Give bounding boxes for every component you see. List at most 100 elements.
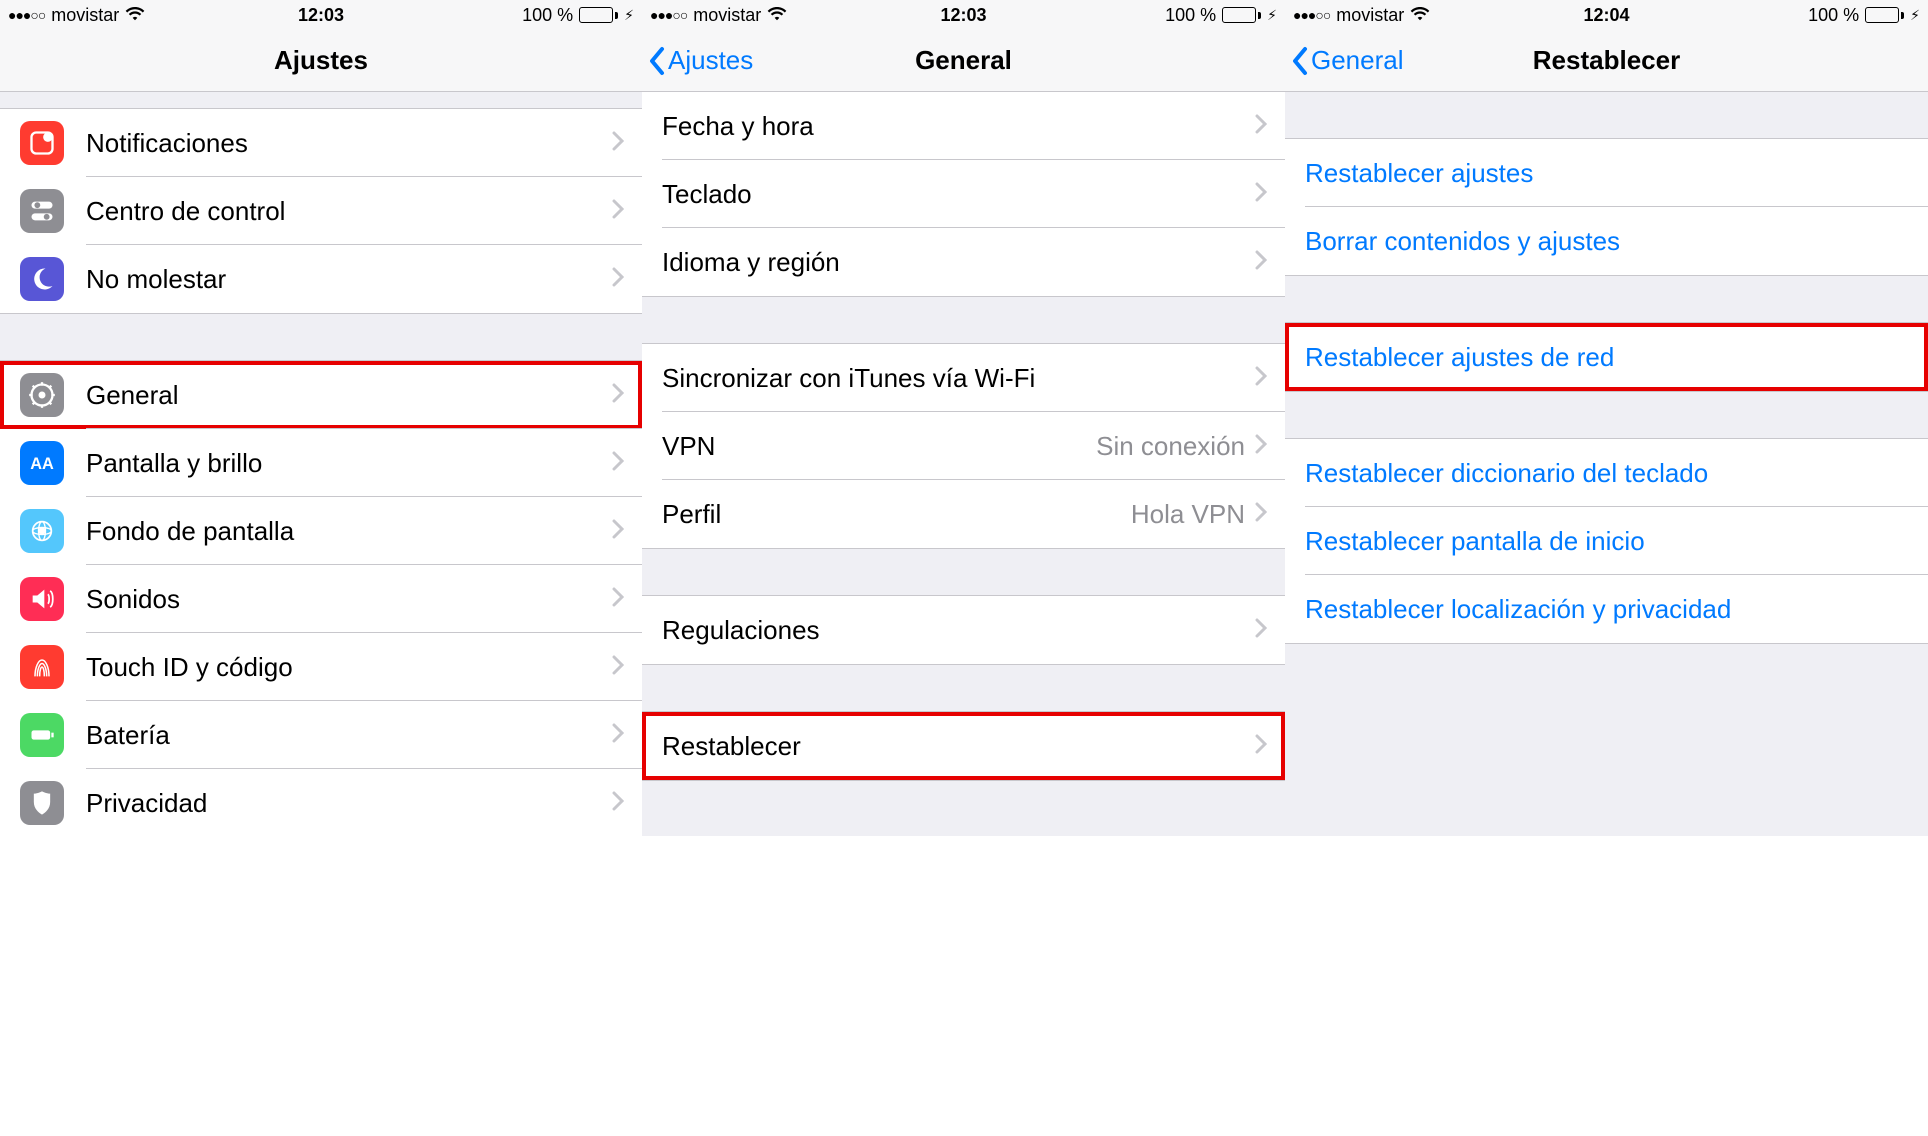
row-privacidad[interactable]: Privacidad xyxy=(0,769,642,836)
chevron-right-icon xyxy=(612,383,624,408)
row-pantalla-y-brillo[interactable]: AA Pantalla y brillo xyxy=(0,429,642,497)
wifi-icon xyxy=(767,5,787,26)
carrier-label: movistar xyxy=(693,5,761,26)
wallpaper-icon xyxy=(20,509,64,553)
privacy-icon xyxy=(20,781,64,825)
row-restablecer-ajustes[interactable]: Restablecer ajustes xyxy=(1285,139,1928,207)
row-touch-id[interactable]: Touch ID y código xyxy=(0,633,642,701)
row-perfil[interactable]: Perfil Hola VPN xyxy=(642,480,1285,548)
row-no-molestar[interactable]: No molestar xyxy=(0,245,642,313)
row-sonidos[interactable]: Sonidos xyxy=(0,565,642,633)
row-label: Fecha y hora xyxy=(662,111,1255,142)
row-sincronizar-itunes[interactable]: Sincronizar con iTunes vía Wi-Fi xyxy=(642,344,1285,412)
row-label: Restablecer localización y privacidad xyxy=(1305,594,1910,625)
battery-percent: 100 % xyxy=(1808,5,1859,26)
row-fecha-y-hora[interactable]: Fecha y hora xyxy=(642,92,1285,160)
row-label: Centro de control xyxy=(86,196,612,227)
row-general[interactable]: General xyxy=(0,361,642,429)
row-bateria[interactable]: Batería xyxy=(0,701,642,769)
control-center-icon xyxy=(20,189,64,233)
page-title: Ajustes xyxy=(0,45,642,76)
row-detail: Sin conexión xyxy=(1096,431,1245,462)
row-restablecer-ajustes-red[interactable]: Restablecer ajustes de red xyxy=(1285,323,1928,391)
row-borrar-contenidos[interactable]: Borrar contenidos y ajustes xyxy=(1285,207,1928,275)
signal-dots: ●●●○○ xyxy=(8,7,45,23)
row-label: Regulaciones xyxy=(662,615,1255,646)
row-label: Restablecer pantalla de inicio xyxy=(1305,526,1910,557)
row-regulaciones[interactable]: Regulaciones xyxy=(642,596,1285,664)
sounds-icon xyxy=(20,577,64,621)
row-label: Notificaciones xyxy=(86,128,612,159)
charging-icon: ⚡︎ xyxy=(1267,7,1277,24)
row-label: Restablecer diccionario del teclado xyxy=(1305,458,1910,489)
row-teclado[interactable]: Teclado xyxy=(642,160,1285,228)
charging-icon: ⚡︎ xyxy=(1910,7,1920,24)
row-label: General xyxy=(86,380,612,411)
chevron-right-icon xyxy=(612,519,624,544)
screen-restablecer: ●●●○○ movistar 12:04 100 % ⚡︎ General Re… xyxy=(1285,0,1928,836)
charging-icon: ⚡︎ xyxy=(624,7,634,24)
row-label: Restablecer ajustes xyxy=(1305,158,1910,189)
row-idioma-y-region[interactable]: Idioma y región xyxy=(642,228,1285,296)
chevron-right-icon xyxy=(612,199,624,224)
chevron-right-icon xyxy=(1255,182,1267,207)
back-label: General xyxy=(1311,45,1404,76)
battery-icon xyxy=(1222,7,1261,23)
row-restablecer-localizacion[interactable]: Restablecer localización y privacidad xyxy=(1285,575,1928,643)
row-detail: Hola VPN xyxy=(1131,499,1245,530)
screen-settings: ●●●○○ movistar 12:03 100 % ⚡︎ Ajustes No… xyxy=(0,0,642,836)
back-button[interactable]: Ajustes xyxy=(642,45,753,76)
chevron-right-icon xyxy=(612,131,624,156)
moon-icon xyxy=(20,257,64,301)
status-bar: ●●●○○ movistar 12:03 100 % ⚡︎ xyxy=(642,0,1285,30)
chevron-right-icon xyxy=(612,723,624,748)
signal-dots: ●●●○○ xyxy=(650,7,687,23)
row-label: Batería xyxy=(86,720,612,751)
back-button[interactable]: General xyxy=(1285,45,1404,76)
row-label: Borrar contenidos y ajustes xyxy=(1305,226,1910,257)
row-vpn[interactable]: VPN Sin conexión xyxy=(642,412,1285,480)
row-restablecer-pantalla-inicio[interactable]: Restablecer pantalla de inicio xyxy=(1285,507,1928,575)
carrier-label: movistar xyxy=(51,5,119,26)
chevron-right-icon xyxy=(1255,366,1267,391)
row-label: Restablecer ajustes de red xyxy=(1305,342,1910,373)
chevron-right-icon xyxy=(1255,618,1267,643)
row-notificaciones[interactable]: Notificaciones xyxy=(0,109,642,177)
row-fondo-de-pantalla[interactable]: Fondo de pantalla xyxy=(0,497,642,565)
row-label: Perfil xyxy=(662,499,1131,530)
row-label: Touch ID y código xyxy=(86,652,612,683)
row-label: Restablecer xyxy=(662,731,1255,762)
chevron-right-icon xyxy=(1255,250,1267,275)
display-icon: AA xyxy=(20,441,64,485)
row-restablecer[interactable]: Restablecer xyxy=(642,712,1285,780)
status-time: 12:03 xyxy=(298,5,344,26)
chevron-right-icon xyxy=(612,451,624,476)
nav-header: General Restablecer xyxy=(1285,30,1928,92)
row-label: VPN xyxy=(662,431,1096,462)
status-time: 12:04 xyxy=(1583,5,1629,26)
notifications-icon xyxy=(20,121,64,165)
row-label: Idioma y región xyxy=(662,247,1255,278)
touchid-icon xyxy=(20,645,64,689)
row-label: Sonidos xyxy=(86,584,612,615)
battery-percent: 100 % xyxy=(1165,5,1216,26)
signal-dots: ●●●○○ xyxy=(1293,7,1330,23)
row-label: Teclado xyxy=(662,179,1255,210)
wifi-icon xyxy=(125,5,145,26)
battery-icon xyxy=(579,7,618,23)
chevron-right-icon xyxy=(1255,734,1267,759)
nav-header: Ajustes General xyxy=(642,30,1285,92)
row-restablecer-diccionario[interactable]: Restablecer diccionario del teclado xyxy=(1285,439,1928,507)
chevron-right-icon xyxy=(612,655,624,680)
status-bar: ●●●○○ movistar 12:03 100 % ⚡︎ xyxy=(0,0,642,30)
row-centro-de-control[interactable]: Centro de control xyxy=(0,177,642,245)
status-bar: ●●●○○ movistar 12:04 100 % ⚡︎ xyxy=(1285,0,1928,30)
nav-header: Ajustes xyxy=(0,30,642,92)
carrier-label: movistar xyxy=(1336,5,1404,26)
gear-icon xyxy=(20,373,64,417)
row-label: No molestar xyxy=(86,264,612,295)
wifi-icon xyxy=(1410,5,1430,26)
chevron-right-icon xyxy=(612,791,624,816)
row-label: Fondo de pantalla xyxy=(86,516,612,547)
battery-icon xyxy=(20,713,64,757)
